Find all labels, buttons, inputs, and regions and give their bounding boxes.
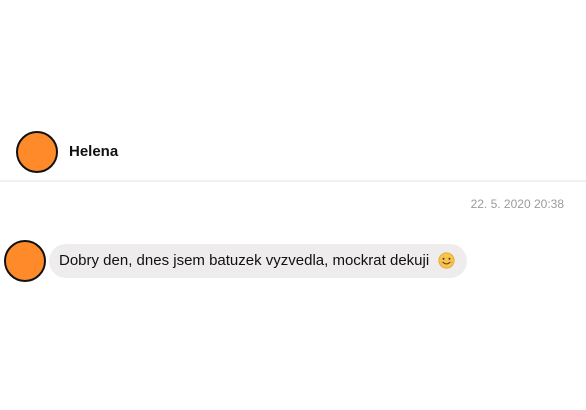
conversation-header: Helena xyxy=(0,128,586,180)
message-row: Dobry den, dnes jsem batuzek vyzvedla, m… xyxy=(0,238,586,284)
header-divider xyxy=(0,180,586,182)
message-bubble[interactable]: Dobry den, dnes jsem batuzek vyzvedla, m… xyxy=(49,244,468,278)
message-text: Dobry den, dnes jsem batuzek vyzvedla, m… xyxy=(59,252,430,269)
smiling-face-icon xyxy=(438,251,455,269)
message-avatar[interactable] xyxy=(4,240,46,282)
chat-window: Helena 22. 5. 2020 20:38 Dobry den, dnes… xyxy=(0,0,586,410)
contact-name[interactable]: Helena xyxy=(69,143,118,160)
message-timestamp: 22. 5. 2020 20:38 xyxy=(470,197,564,211)
contact-avatar[interactable] xyxy=(16,131,58,173)
